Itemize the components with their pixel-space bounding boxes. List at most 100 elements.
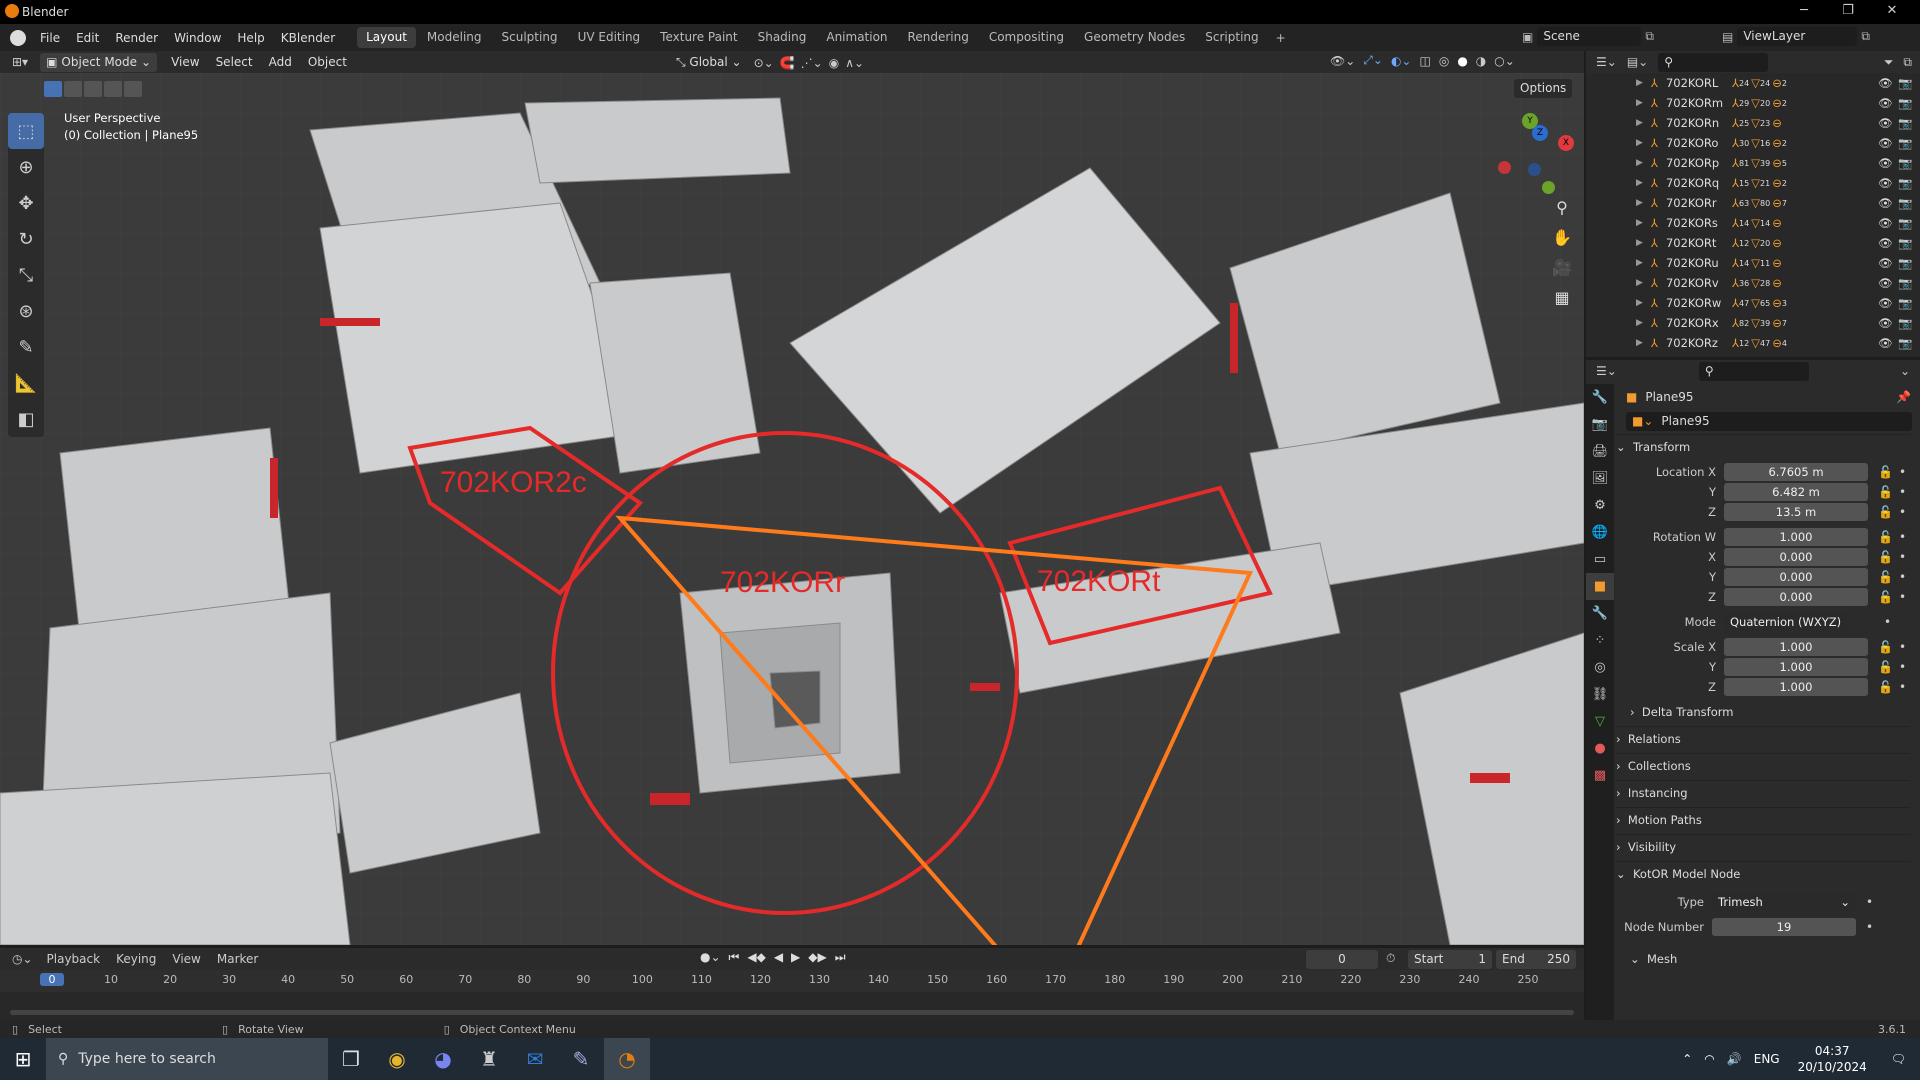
minimize-button[interactable]: ─ bbox=[1782, 0, 1826, 24]
outliner-item-name[interactable]: 702KORz bbox=[1666, 336, 1728, 350]
timeline-menu-keying[interactable]: Keying bbox=[108, 952, 164, 966]
select-box-tool-icon[interactable]: ⬚ bbox=[8, 113, 44, 149]
outliner-item-name[interactable]: 702KORo bbox=[1666, 136, 1728, 150]
lock-icon[interactable]: 🔓 bbox=[1878, 485, 1893, 499]
scale-tool-icon[interactable]: ⤡ bbox=[8, 257, 44, 293]
outliner-item-name[interactable]: 702KORs bbox=[1666, 216, 1728, 230]
keyframe-dot-icon[interactable]: • bbox=[1866, 895, 1873, 909]
display-mode-icon[interactable]: ▤⌄ bbox=[1627, 55, 1648, 69]
gizmo-neg-x-icon[interactable] bbox=[1498, 161, 1511, 174]
workspace-tab-layout[interactable]: Layout bbox=[357, 27, 416, 48]
workspace-tab-modeling[interactable]: Modeling bbox=[418, 27, 491, 48]
eye-visibility-icon[interactable]: 👁 bbox=[1878, 76, 1893, 90]
world-tab-icon[interactable]: 🌐 bbox=[1586, 519, 1614, 546]
expand-arrow-icon[interactable]: ▶ bbox=[1636, 298, 1643, 308]
camera-render-icon[interactable]: 📷 bbox=[1898, 216, 1912, 230]
pan-hand-icon[interactable]: ✋ bbox=[1548, 223, 1576, 251]
outliner-item-name[interactable]: 702KORq bbox=[1666, 176, 1728, 190]
scene-field[interactable]: Scene bbox=[1537, 27, 1642, 46]
eye-visibility-icon[interactable]: 👁 bbox=[1878, 256, 1893, 270]
3d-viewport[interactable]: 702KOR2c 702KORr 702KORt User Perspectiv… bbox=[0, 73, 1584, 945]
filter-icon[interactable]: ⏷ bbox=[1884, 55, 1894, 70]
instancing-header[interactable]: › Instancing bbox=[1616, 780, 1910, 804]
scene-tab-icon[interactable]: ⚙ bbox=[1586, 492, 1614, 519]
camera-render-icon[interactable]: 📷 bbox=[1898, 276, 1912, 290]
select-intersect-icon[interactable] bbox=[124, 81, 142, 97]
scale-z-field[interactable]: 1.000 bbox=[1724, 678, 1868, 696]
view-layer-tab-icon[interactable]: 🖼 bbox=[1586, 465, 1614, 492]
constraints-tab-icon[interactable]: ⛓ bbox=[1586, 681, 1614, 708]
select-invert-icon[interactable] bbox=[104, 81, 122, 97]
collections-header[interactable]: › Collections bbox=[1616, 753, 1910, 777]
notification-icon[interactable]: 🗨 bbox=[1891, 1052, 1906, 1066]
texture-tab-icon[interactable]: ▩ bbox=[1586, 762, 1614, 789]
new-viewlayer-icon[interactable]: ⧉ bbox=[1861, 29, 1870, 44]
eye-visibility-icon[interactable]: 👁 bbox=[1878, 176, 1893, 190]
object-name-field[interactable]: ■⌄ Plane95 bbox=[1626, 412, 1912, 431]
eye-visibility-icon[interactable]: 👁 bbox=[1878, 236, 1893, 250]
outliner-row[interactable]: ▶ ⅄ 702KORo ⅄ 30 ▽ 16 ⊖ 2 👁 📷 bbox=[1586, 133, 1920, 153]
camera-render-icon[interactable]: 📷 bbox=[1898, 176, 1912, 190]
lock-icon[interactable]: 🔓 bbox=[1878, 505, 1893, 519]
workspace-tab-rendering[interactable]: Rendering bbox=[899, 27, 978, 48]
outliner-row[interactable]: ▶ ⅄ 702KORu ⅄ 14 ▽ 11 ⊖ 👁 📷 bbox=[1586, 253, 1920, 273]
new-collection-icon[interactable]: ⧉ bbox=[1903, 55, 1912, 70]
eye-visibility-icon[interactable]: 👁 bbox=[1878, 116, 1893, 130]
camera-view-icon[interactable]: 🎥 bbox=[1548, 253, 1576, 281]
lock-icon[interactable]: 🔓 bbox=[1878, 640, 1893, 654]
location-y-field[interactable]: 6.482 m bbox=[1724, 483, 1868, 501]
keyframe-dot-icon[interactable]: • bbox=[1899, 570, 1906, 584]
rotate-tool-icon[interactable]: ↻ bbox=[8, 221, 44, 257]
viewport-menu-select[interactable]: Select bbox=[208, 55, 261, 69]
workspace-tab-animation[interactable]: Animation bbox=[817, 27, 896, 48]
workspace-tab-compositing[interactable]: Compositing bbox=[980, 27, 1073, 48]
menu-help[interactable]: Help bbox=[229, 31, 272, 45]
location-z-field[interactable]: 13.5 m bbox=[1724, 503, 1868, 521]
camera-render-icon[interactable]: 📷 bbox=[1898, 116, 1912, 130]
particles-tab-icon[interactable]: ⁘ bbox=[1586, 627, 1614, 654]
outliner-row[interactable]: ▶ ⅄ 702KORr ⅄ 63 ▽ 80 ⊖ 7 👁 📷 bbox=[1586, 193, 1920, 213]
keyframe-dot-icon[interactable]: • bbox=[1899, 550, 1906, 564]
next-keyframe-icon[interactable]: ◆▶ bbox=[808, 950, 826, 965]
outliner-row[interactable]: ▶ ⅄ 702KORs ⅄ 14 ▽ 14 ⊖ 👁 📷 bbox=[1586, 213, 1920, 233]
outliner-row[interactable]: ▶ ⅄ 702KORv ⅄ 36 ▽ 28 ⊖ 👁 📷 bbox=[1586, 273, 1920, 293]
select-subtract-icon[interactable] bbox=[84, 81, 102, 97]
new-scene-icon[interactable]: ⧉ bbox=[1645, 29, 1654, 44]
eye-visibility-icon[interactable]: 👁 bbox=[1878, 296, 1893, 310]
task-view-icon[interactable]: ❐ bbox=[328, 1038, 374, 1080]
ortho-grid-icon[interactable]: ▦ bbox=[1548, 283, 1576, 311]
volume-icon[interactable]: 🔊 bbox=[1727, 1052, 1742, 1066]
taskbar-search[interactable]: ⚲ Type here to search bbox=[46, 1038, 328, 1080]
transform-tool-icon[interactable]: ⊛ bbox=[8, 293, 44, 329]
viewlayer-field[interactable]: ViewLayer bbox=[1737, 27, 1858, 46]
select-new-icon[interactable] bbox=[44, 81, 62, 97]
viewport-menu-add[interactable]: Add bbox=[261, 55, 300, 69]
add-workspace-icon[interactable]: + bbox=[1276, 31, 1286, 45]
expand-arrow-icon[interactable]: ▶ bbox=[1636, 138, 1643, 148]
camera-render-icon[interactable]: 📷 bbox=[1898, 136, 1912, 150]
close-button[interactable]: ✕ bbox=[1870, 0, 1914, 24]
snap-icon[interactable]: 🧲 bbox=[780, 56, 795, 70]
relations-header[interactable]: › Relations bbox=[1616, 726, 1910, 750]
kotor-model-node-header[interactable]: ⌄ KotOR Model Node bbox=[1616, 861, 1910, 885]
material-shading-icon[interactable]: ◑ bbox=[1476, 54, 1486, 68]
expand-arrow-icon[interactable]: ▶ bbox=[1636, 278, 1643, 288]
visibility-header[interactable]: › Visibility bbox=[1616, 834, 1910, 858]
gizmo-x-icon[interactable]: X bbox=[1558, 135, 1574, 151]
stopwatch-icon[interactable]: ⏱ bbox=[1386, 951, 1395, 966]
rotation-x-field[interactable]: 0.000 bbox=[1724, 548, 1868, 566]
menu-kblender[interactable]: KBlender bbox=[273, 31, 343, 45]
outliner-item-name[interactable]: 702KORn bbox=[1666, 116, 1728, 130]
zoom-icon[interactable]: ⚲ bbox=[1548, 193, 1576, 221]
expand-arrow-icon[interactable]: ▶ bbox=[1636, 318, 1643, 328]
lock-icon[interactable]: 🔓 bbox=[1878, 465, 1893, 479]
gizmo-z-icon[interactable]: Z bbox=[1532, 125, 1548, 141]
outliner-row[interactable]: ▶ ⅄ 702KORm ⅄ 29 ▽ 20 ⊖ 2 👁 📷 bbox=[1586, 93, 1920, 113]
keyframe-dot-icon[interactable]: • bbox=[1899, 640, 1906, 654]
notes-app-icon[interactable]: ✎ bbox=[558, 1038, 604, 1080]
delta-transform-header[interactable]: › Delta Transform bbox=[1630, 700, 1910, 724]
proportional-edit-icon[interactable]: ◉ bbox=[829, 56, 839, 70]
pin-icon[interactable]: 📌 bbox=[1896, 390, 1911, 404]
discord-icon[interactable]: ◕ bbox=[420, 1038, 466, 1080]
outliner-type-icon[interactable]: ☰⌄ bbox=[1596, 55, 1617, 69]
